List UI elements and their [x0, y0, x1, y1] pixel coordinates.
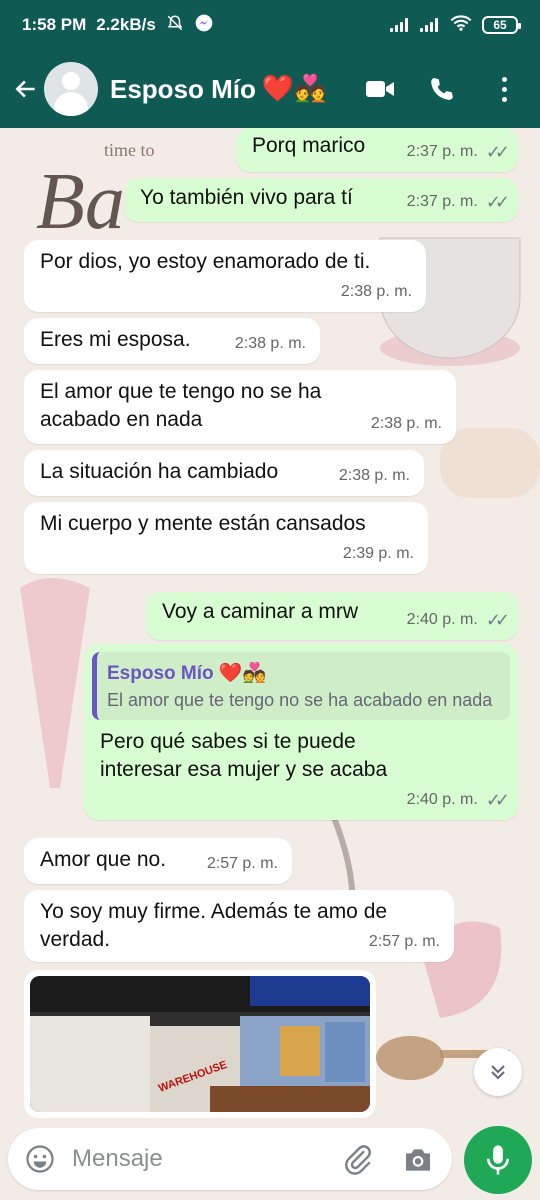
more-options-button[interactable]: [488, 73, 520, 105]
mute-notification-icon: [166, 14, 184, 37]
message-time: 2:57 p. m.: [368, 933, 440, 950]
message-text: Mi cuerpo y mente están cansados: [40, 512, 366, 535]
message-time: 2:38 p. m.: [340, 283, 412, 300]
camera-button[interactable]: [402, 1144, 434, 1181]
video-camera-icon: [366, 81, 394, 97]
emoji-button[interactable]: [8, 1128, 72, 1190]
attach-button[interactable]: [342, 1144, 374, 1181]
message-time: 2:38 p. m.: [370, 415, 442, 432]
contact-emoji: ❤️💑: [261, 74, 327, 104]
message-text: La situación ha cambiado: [40, 460, 279, 483]
message-text: Amor que no.: [40, 848, 167, 871]
voice-call-button[interactable]: [426, 73, 458, 105]
header: 1:58 PM 2.2kB/s 65 Esposo Mío ❤️💑: [0, 0, 540, 128]
voice-message-button[interactable]: [464, 1126, 532, 1194]
read-checks-icon: ✓✓: [485, 142, 510, 162]
message-incoming[interactable]: El amor que te tengo no se ha acabado en…: [24, 370, 456, 444]
message-time: 2:40 p. m.: [406, 791, 478, 808]
status-time: 1:58 PM: [22, 15, 87, 34]
message-outgoing[interactable]: Voy a caminar a mrw 2:40 p. m. ✓✓: [146, 592, 518, 640]
quoted-sender: Esposo Mío ❤️💑: [107, 663, 267, 684]
chat-area[interactable]: time to Ba Porq marico 2:37 p. m. ✓✓ Yo t…: [0, 128, 540, 1118]
message-incoming[interactable]: Mi cuerpo y mente están cansados 2:39 p.…: [24, 502, 428, 574]
status-bar: 1:58 PM 2.2kB/s 65: [0, 0, 540, 50]
camera-icon: [406, 1149, 430, 1171]
read-checks-icon: ✓✓: [485, 610, 510, 630]
message-text: Yo soy muy firme. Además te amo de verda…: [40, 900, 388, 951]
message-incoming[interactable]: La situación ha cambiado 2:38 p. m.: [24, 450, 424, 496]
message-outgoing-reply[interactable]: Esposo Mío ❤️💑 El amor que te tengo no s…: [84, 644, 518, 820]
double-chevron-down-icon: [491, 1065, 505, 1080]
paperclip-icon: [345, 1145, 371, 1175]
message-outgoing[interactable]: Yo también vivo para tí 2:37 p. m. ✓✓: [124, 178, 518, 222]
message-text: Pero qué sabes si te puede interesar esa…: [100, 730, 388, 781]
scroll-to-bottom-button[interactable]: [474, 1048, 522, 1096]
avatar[interactable]: [44, 62, 98, 116]
message-incoming[interactable]: Yo soy muy firme. Además te amo de verda…: [24, 890, 454, 962]
message-incoming[interactable]: Eres mi esposa. 2:38 p. m.: [24, 318, 320, 364]
microphone-icon: [486, 1145, 510, 1175]
message-text: Voy a caminar a mrw: [162, 600, 359, 623]
back-button[interactable]: [4, 67, 48, 111]
message-text: Yo también vivo para tí: [140, 186, 353, 209]
wallpaper-text-small: time to: [104, 140, 155, 160]
message-time: 2:40 p. m.: [406, 611, 478, 628]
message-incoming[interactable]: Amor que no. 2:57 p. m.: [24, 838, 292, 884]
wallpaper-text-big: Ba: [36, 158, 125, 246]
message-input[interactable]: [72, 1145, 332, 1173]
photo-message[interactable]: WAREHOUSE: [24, 970, 376, 1118]
wifi-icon: [450, 15, 472, 36]
message-incoming[interactable]: Por dios, yo estoy enamorado de ti. 2:38…: [24, 240, 426, 312]
emoji-icon: [26, 1145, 54, 1173]
message-text: El amor que te tengo no se ha acabado en…: [40, 380, 322, 431]
messenger-icon: [194, 13, 214, 38]
message-text: Por dios, yo estoy enamorado de ti.: [40, 250, 371, 273]
message-input-container[interactable]: [8, 1128, 452, 1190]
contact-title[interactable]: Esposo Mío ❤️💑: [110, 74, 327, 105]
message-outgoing[interactable]: Porq marico 2:37 p. m. ✓✓: [236, 128, 518, 172]
battery-level: 65: [493, 18, 507, 32]
message-time: 2:57 p. m.: [206, 855, 278, 872]
message-time: 2:39 p. m.: [342, 545, 414, 562]
quoted-message[interactable]: Esposo Mío ❤️💑 El amor que te tengo no s…: [92, 652, 510, 720]
message-text: Eres mi esposa.: [40, 328, 191, 351]
composer-bar: [0, 1118, 540, 1200]
message-time: 2:37 p. m.: [406, 143, 478, 160]
quoted-text: El amor que te tengo no se ha acabado en…: [107, 690, 493, 710]
message-text: Porq marico: [252, 134, 366, 157]
video-call-button[interactable]: [364, 73, 396, 105]
read-checks-icon: ✓✓: [485, 790, 510, 810]
network-speed: 2.2kB/s: [96, 15, 156, 34]
phone-icon: [431, 78, 453, 100]
photo-thumbnail[interactable]: WAREHOUSE: [30, 976, 370, 1112]
read-checks-icon: ✓✓: [485, 192, 510, 212]
chat-app-bar: Esposo Mío ❤️💑: [0, 50, 540, 128]
message-time: 2:37 p. m.: [406, 193, 478, 210]
arrow-left-icon: [15, 80, 35, 98]
battery-icon: 65: [482, 16, 521, 34]
message-time: 2:38 p. m.: [234, 335, 306, 352]
signal-2-icon: [420, 18, 440, 32]
message-time: 2:38 p. m.: [338, 467, 410, 484]
signal-1-icon: [390, 18, 410, 32]
contact-name: Esposo Mío: [110, 73, 256, 104]
